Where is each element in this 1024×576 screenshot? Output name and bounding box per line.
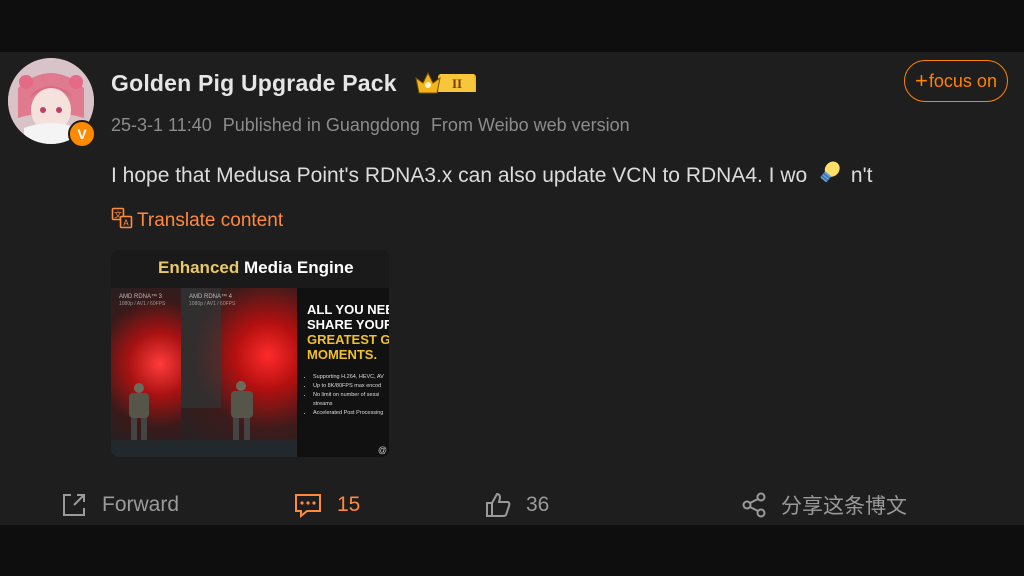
pane-subtag: 1080p / AV1 / 60FPS bbox=[119, 301, 166, 307]
image-headline: Enhanced Media Engine bbox=[158, 258, 354, 278]
image-bullets: Supporting H.264, HEVC, AV Up to 8K/80FP… bbox=[305, 373, 384, 418]
action-bar: Forward 15 36 分享这条博文 bbox=[0, 485, 1024, 525]
post-source: From Weibo web version bbox=[430, 115, 630, 135]
pane-tag: AMD RDNA™ 4 bbox=[189, 294, 233, 300]
post-image[interactable]: Enhanced Media Engine AMD RDNA™ 3 1080p … bbox=[111, 250, 389, 457]
forward-button[interactable]: Forward bbox=[60, 485, 179, 525]
share-icon bbox=[742, 492, 766, 518]
pane-subtag: 1080p / AV1 / 60FPS bbox=[189, 301, 236, 307]
verified-badge: V bbox=[68, 120, 96, 148]
image-pane-rdna4: AMD RDNA™ 4 1080p / AV1 / 60FPS bbox=[181, 288, 297, 457]
weibo-watermark: @ bbox=[377, 445, 387, 455]
image-headline-yellow: Enhanced bbox=[158, 258, 240, 277]
post-text-part1: I hope that Medusa Point's RDNA3.x can a… bbox=[111, 164, 808, 187]
forward-icon bbox=[63, 494, 85, 516]
post-date[interactable]: 25-3-1 11:40 bbox=[111, 115, 212, 135]
post-meta: 25-3-1 11:40 Published in Guangdong From… bbox=[111, 115, 636, 136]
image-bigtext: ALL YOU NEED SHARE YOUR GREATEST GA MOME… bbox=[307, 302, 389, 362]
like-count: 36 bbox=[526, 493, 550, 516]
follow-button[interactable]: + focus on bbox=[904, 60, 1008, 102]
bullet-item: No limit on number of sessi bbox=[313, 391, 384, 400]
translate-link[interactable]: 文 A Translate content bbox=[111, 207, 283, 235]
svg-text:II: II bbox=[452, 76, 462, 91]
post-location: Published in Guangdong bbox=[222, 115, 420, 135]
bullet-item: Supporting H.264, HEVC, AV bbox=[313, 373, 384, 382]
svg-text:A: A bbox=[123, 219, 129, 228]
bigtext-line: GREATEST GA bbox=[307, 332, 389, 347]
soldier-figure-icon bbox=[111, 383, 181, 457]
pane-tag: AMD RDNA™ 3 bbox=[119, 294, 163, 300]
forward-label: Forward bbox=[102, 493, 180, 516]
thumbs-up-icon bbox=[486, 492, 511, 517]
plus-icon: + bbox=[915, 68, 928, 93]
post-text-part2: n't bbox=[850, 164, 873, 187]
username[interactable]: Golden Pig Upgrade Pack bbox=[111, 70, 397, 97]
image-headline-white: Media Engine bbox=[243, 258, 354, 277]
bigtext-line: SHARE YOUR bbox=[307, 317, 389, 332]
image-pane-rdna3: AMD RDNA™ 3 1080p / AV1 / 60FPS bbox=[111, 288, 181, 457]
post-text: I hope that Medusa Point's RDNA3.x can a… bbox=[111, 158, 872, 194]
follow-label: focus on bbox=[928, 70, 997, 91]
like-button[interactable]: 36 bbox=[484, 485, 549, 525]
bullet-item: Up to 8K/80FPS max encod bbox=[313, 382, 384, 391]
member-crown-icon[interactable]: II bbox=[414, 68, 480, 103]
comment-count: 15 bbox=[337, 493, 361, 516]
comment-icon bbox=[295, 494, 321, 519]
soldier-figure-icon bbox=[181, 288, 297, 457]
comment-button[interactable]: 15 bbox=[293, 485, 360, 525]
bigtext-line: MOMENTS. bbox=[307, 347, 378, 362]
share-label: 分享这条博文 bbox=[781, 495, 907, 518]
translate-icon: 文 A bbox=[111, 207, 133, 235]
bigtext-line: ALL YOU NEED bbox=[307, 302, 389, 317]
bullet-item: Accelerated Post Processing bbox=[313, 409, 384, 418]
share-button[interactable]: 分享这条博文 bbox=[741, 485, 907, 525]
image-pane-text: ALL YOU NEED SHARE YOUR GREATEST GA MOME… bbox=[297, 288, 389, 457]
lightbulb-emoji-icon bbox=[814, 158, 844, 194]
translate-label: Translate content bbox=[137, 210, 284, 231]
bullet-item: streams bbox=[313, 401, 333, 407]
